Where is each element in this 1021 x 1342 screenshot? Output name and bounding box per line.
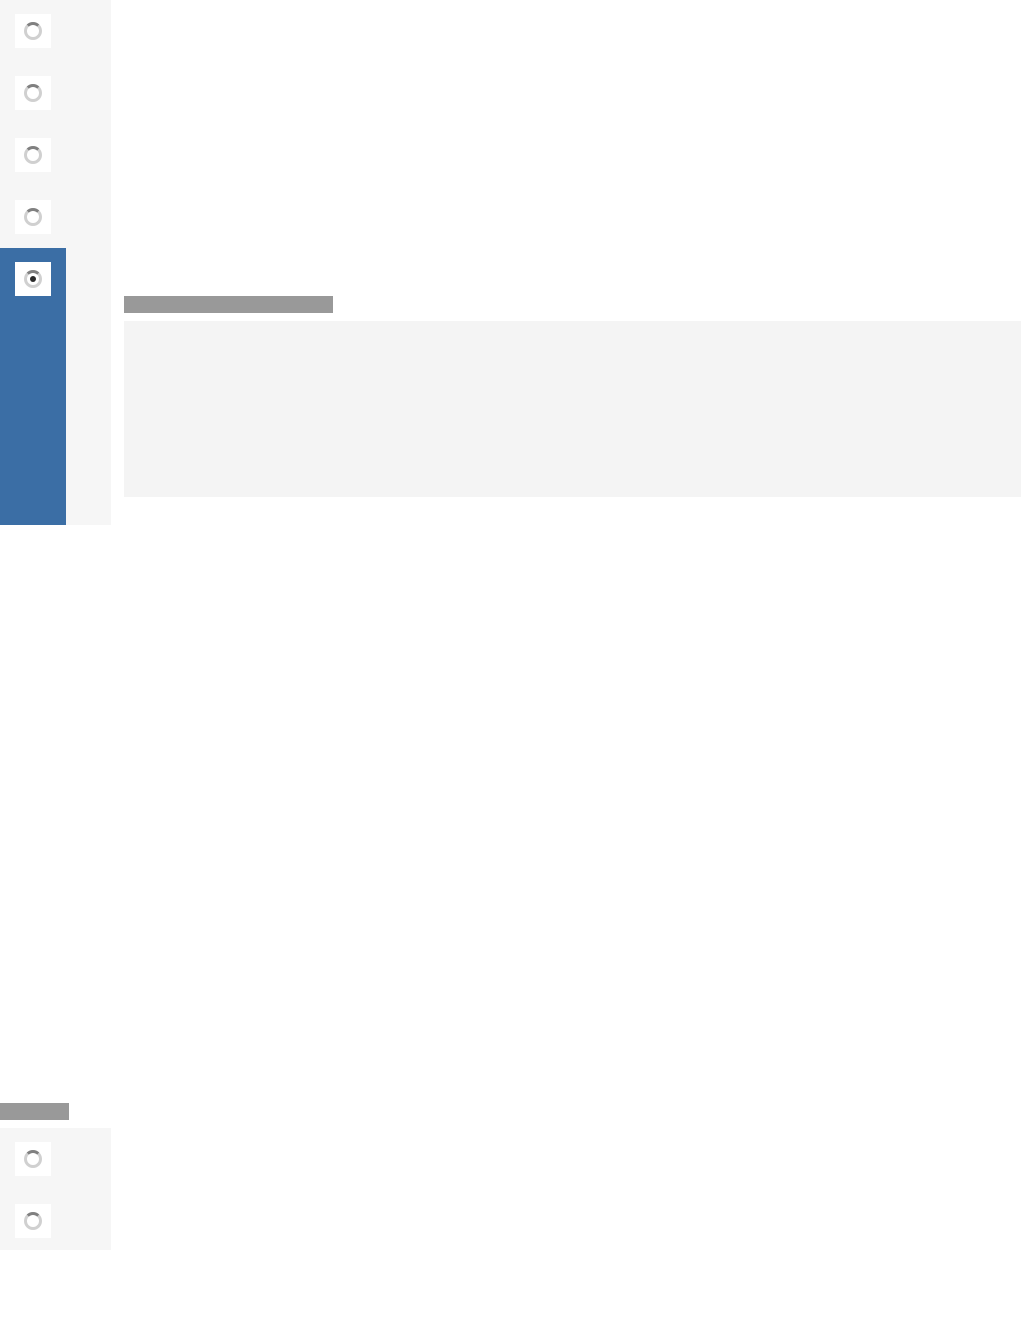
- loading-icon: [24, 1150, 42, 1168]
- icon-container: [15, 1142, 51, 1176]
- loading-icon: [24, 1212, 42, 1230]
- icon-container: [15, 14, 51, 48]
- loading-icon: [24, 22, 42, 40]
- sidebar-item-6[interactable]: [0, 1128, 66, 1190]
- icon-container: [15, 76, 51, 110]
- sidebar-item-7[interactable]: [0, 1190, 66, 1252]
- sidebar-bottom: [0, 1128, 111, 1250]
- icon-container: [15, 200, 51, 234]
- sidebar-item-4[interactable]: [0, 186, 66, 248]
- sidebar-item-5[interactable]: [0, 248, 66, 310]
- icon-container: [15, 262, 51, 296]
- loading-icon: [24, 146, 42, 164]
- icon-container: [15, 138, 51, 172]
- sidebar-item-3[interactable]: [0, 124, 66, 186]
- secondary-header-placeholder: [0, 1103, 69, 1120]
- sidebar-selection-indicator: [0, 310, 66, 525]
- loading-icon: [24, 84, 42, 102]
- icon-container: [15, 1204, 51, 1238]
- loading-icon: [24, 208, 42, 226]
- loading-icon: [24, 270, 42, 288]
- content-panel: [124, 321, 1021, 497]
- sidebar-item-2[interactable]: [0, 62, 66, 124]
- sidebar-item-1[interactable]: [0, 0, 66, 62]
- content-header-placeholder: [124, 296, 333, 313]
- sidebar-top: [0, 0, 111, 525]
